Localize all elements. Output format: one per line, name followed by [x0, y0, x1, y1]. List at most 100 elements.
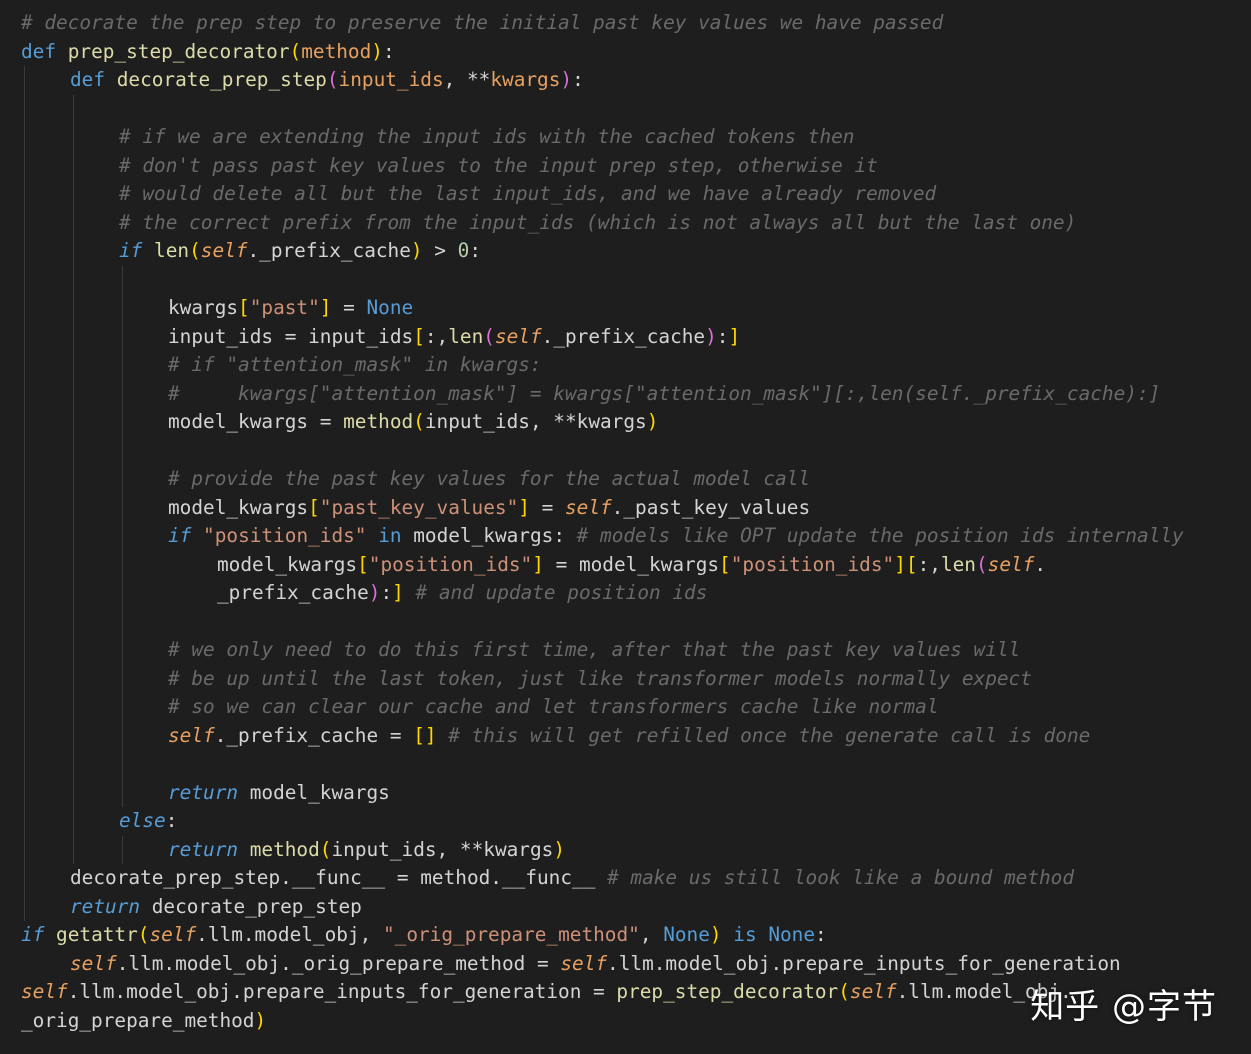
code-line: if len(self._prefix_cache) > 0:: [119, 237, 481, 266]
code-line: model_kwargs["past_key_values"] = self._…: [168, 494, 810, 523]
code-token: model_kwargs: [578, 552, 720, 576]
code-token: input_ids: [308, 324, 414, 348]
indent-guide: [122, 265, 123, 807]
code-editor[interactable]: # decorate the prep step to preserve the…: [0, 0, 1251, 1054]
code-token: **: [553, 410, 577, 433]
code-token: .: [1034, 552, 1047, 576]
indent-guide: [122, 835, 123, 864]
code-token: .llm.model_obj._orig_prepare_method: [116, 951, 526, 975]
code-token: (: [326, 68, 339, 91]
code-token: kwargs: [168, 296, 239, 319]
code-token: # provide the past key values for the ac…: [168, 467, 811, 490]
code-token: ._past_key_values: [611, 495, 811, 519]
code-token: in: [378, 524, 402, 547]
code-line: model_kwargs["position_ids"] = model_kwa…: [217, 551, 1046, 580]
code-token: # kwargs["attention_mask"] = kwargs["att…: [168, 381, 1161, 405]
zhihu-watermark: 知乎 @字节: [1030, 987, 1217, 1027]
code-token: model_kwargs: [238, 780, 390, 804]
code-token: # be up until the last token, just like …: [168, 666, 1032, 690]
code-token: self: [987, 552, 1035, 576]
code-token: =: [331, 296, 367, 319]
code-token: ): [709, 923, 722, 946]
indent-guide: [73, 94, 74, 864]
code-token: :: [572, 68, 584, 91]
code-token: (: [289, 39, 302, 63]
code-token: :: [716, 324, 729, 348]
code-line: return model_kwargs: [168, 779, 390, 808]
code-line: decorate_prep_step.__func__ = method.__f…: [70, 864, 1074, 893]
code-token: # decorate the prep step to preserve the…: [21, 11, 944, 34]
code-token: else: [119, 809, 166, 832]
code-token: if: [21, 923, 45, 946]
code-token: self: [200, 239, 248, 262]
code-token: self: [168, 723, 215, 747]
code-token: ._prefix_cache: [541, 324, 706, 348]
code-token: self: [494, 324, 542, 348]
code-token: "position_ids": [368, 552, 533, 576]
code-line: # decorate the prep step to preserve the…: [21, 9, 943, 38]
code-line: # the correct prefix from the input_ids …: [119, 209, 1076, 238]
code-line: # we only need to do this first time, af…: [168, 636, 1020, 665]
code-token: ,: [443, 68, 467, 91]
code-token: :,: [424, 324, 449, 348]
code-token: ): [410, 239, 423, 262]
code-token: self: [149, 923, 197, 946]
code-token: :: [815, 923, 827, 946]
code-token: # so we can clear our cache and let tran…: [168, 695, 939, 718]
code-token: if: [168, 524, 192, 547]
code-token: ): [368, 581, 381, 604]
code-token: ._prefix_cache: [214, 723, 379, 747]
code-token: # don't pass past key values to the inpu…: [119, 153, 878, 177]
code-line: self._prefix_cache = [] # this will get …: [168, 722, 1090, 751]
code-token: [: [238, 296, 250, 319]
code-token: ._prefix_cache: [247, 239, 411, 262]
code-token: kwargs: [576, 410, 647, 433]
code-line: _orig_prepare_method): [21, 1007, 266, 1036]
code-token: prep_step_decorator: [616, 980, 839, 1003]
code-token: model_kwargs: [217, 552, 358, 576]
code-token: =: [273, 324, 309, 348]
code-token: >: [422, 239, 458, 262]
code-token: [: [357, 552, 369, 576]
code-token: input_ids: [168, 324, 274, 348]
code-token: []: [413, 723, 437, 747]
code-line: # kwargs["attention_mask"] = kwargs["att…: [168, 380, 1160, 409]
code-line: # would delete all but the last input_id…: [119, 180, 936, 209]
code-token: ]: [894, 552, 906, 576]
code-token: model_kwargs: [168, 410, 309, 433]
code-token: :: [469, 239, 482, 262]
code-token: ,: [639, 923, 664, 946]
code-token: ,: [529, 410, 554, 433]
code-token: [: [905, 552, 918, 576]
code-token: :: [380, 581, 393, 604]
code-token: (: [319, 837, 332, 861]
code-token: input_ids: [338, 68, 444, 91]
code-token: **: [466, 68, 491, 91]
code-token: len: [154, 239, 190, 262]
code-token: prep_step_decorator: [67, 39, 290, 63]
code-line: # don't pass past key values to the inpu…: [119, 152, 878, 181]
code-token: model_kwargs: [401, 524, 554, 547]
code-token: decorate_prep_step: [116, 68, 327, 91]
code-token: method: [301, 39, 372, 63]
code-token: :,: [917, 552, 941, 576]
code-token: def: [70, 68, 106, 91]
code-token: (: [137, 923, 150, 946]
code-token: ): [371, 39, 383, 63]
code-token: # the correct prefix from the input_ids …: [119, 210, 1077, 234]
code-line: self.llm.model_obj.prepare_inputs_for_ge…: [21, 978, 1072, 1007]
code-token: (: [838, 980, 850, 1003]
code-token: =: [529, 495, 565, 519]
code-token: =: [308, 410, 344, 433]
code-token: ): [254, 1008, 267, 1032]
code-token: 0: [457, 239, 470, 262]
code-token: ]: [518, 495, 530, 519]
code-token: :: [165, 809, 178, 832]
code-token: input_ids: [331, 837, 437, 861]
code-token: =: [525, 951, 561, 975]
code-line: if "position_ids" in model_kwargs: # mod…: [168, 522, 1184, 551]
